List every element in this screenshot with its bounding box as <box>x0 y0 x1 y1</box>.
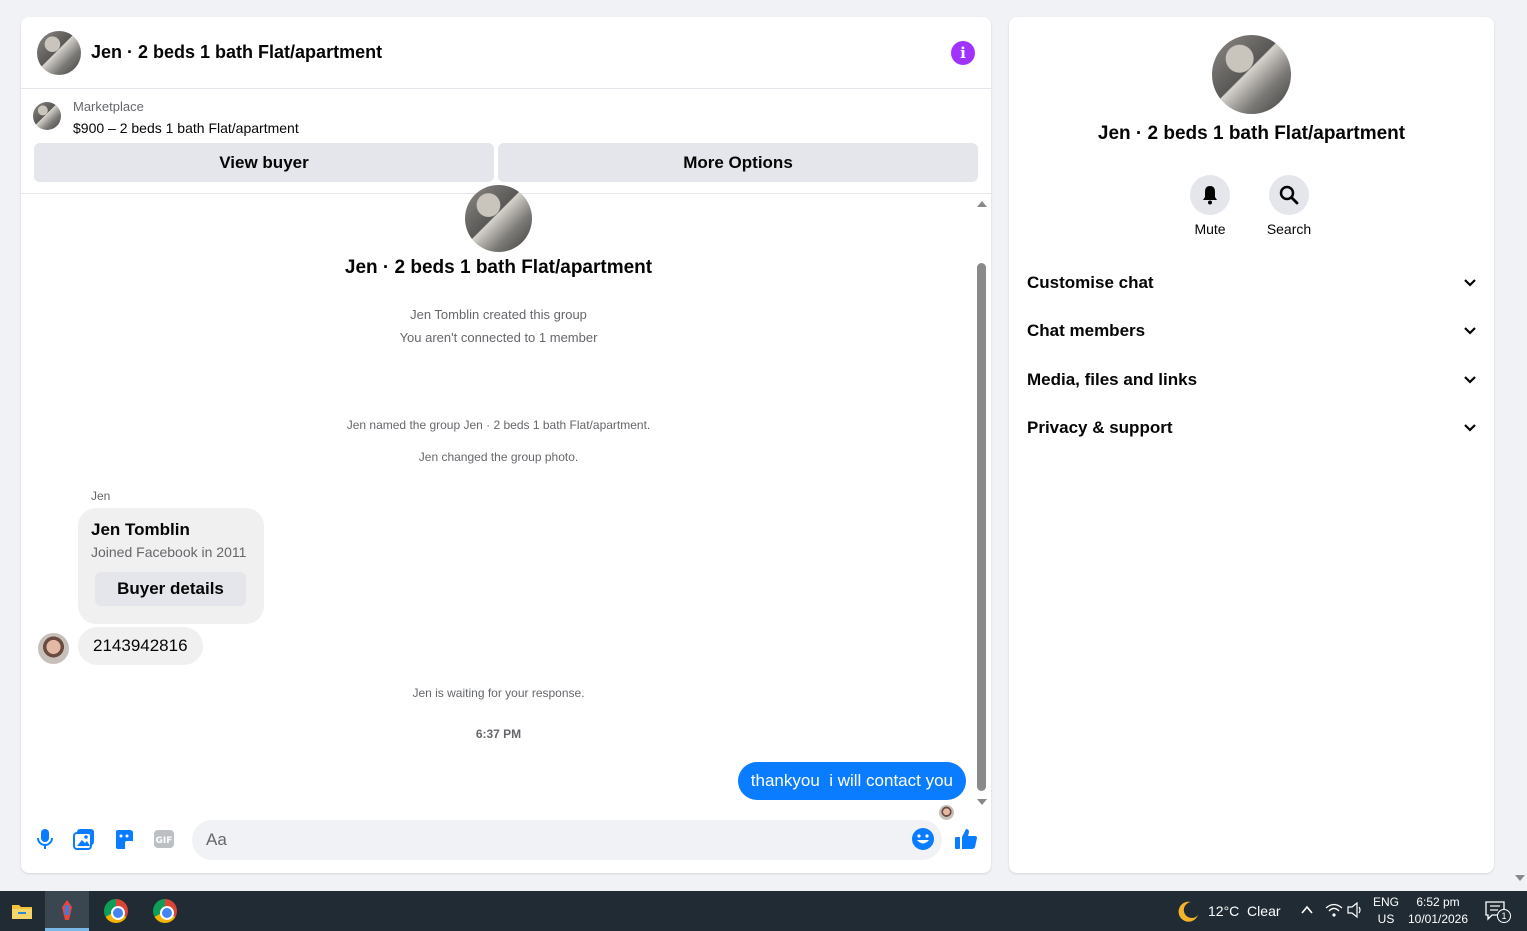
file-explorer-icon[interactable] <box>0 891 44 931</box>
chat-info-panel: Jen · 2 beds 1 bath Flat/apartment Mute … <box>1009 17 1494 873</box>
bell-icon[interactable] <box>1190 175 1230 215</box>
region-indicator[interactable]: US <box>1372 912 1400 926</box>
info-icon[interactable]: i <box>951 40 975 65</box>
mute-label: Mute <box>1194 221 1226 237</box>
speaker-icon[interactable] <box>1347 901 1365 923</box>
chat-panel: Jen · 2 beds 1 bath Flat/apartment i Mar… <box>21 17 991 873</box>
more-options-button[interactable]: More Options <box>498 143 978 182</box>
sender-name: Jen <box>91 489 111 503</box>
clock-date[interactable]: 10/01/2026 <box>1404 912 1472 926</box>
gif-icon[interactable]: GIF <box>152 827 176 851</box>
buyer-details-button[interactable]: Buyer details <box>95 572 246 606</box>
chat-members-section[interactable]: Chat members <box>1027 313 1477 349</box>
section-label: Media, files and links <box>1027 370 1198 389</box>
listing-title[interactable]: $900 – 2 beds 1 bath Flat/apartment <box>73 120 299 136</box>
marketplace-label: Marketplace <box>73 99 144 114</box>
chrome-icon[interactable] <box>143 891 187 931</box>
search-button[interactable]: Search <box>1259 175 1319 237</box>
photo-changed-notice: Jen changed the group photo. <box>418 450 579 464</box>
chat-title[interactable]: Jen · 2 beds 1 bath Flat/apartment <box>91 42 382 63</box>
scroll-thumb[interactable] <box>977 263 986 791</box>
chevron-up-icon[interactable] <box>1300 903 1314 922</box>
listing-thumbnail[interactable] <box>33 102 61 130</box>
chat-header: Jen · 2 beds 1 bath Flat/apartment i <box>21 17 991 89</box>
search-label: Search <box>1266 221 1312 237</box>
language-indicator[interactable]: ENG <box>1372 895 1400 909</box>
weather-text[interactable]: 12°C Clear <box>1208 903 1281 919</box>
emoji-icon[interactable] <box>911 827 935 851</box>
app-icon-active[interactable] <box>45 891 89 931</box>
waiting-notice: Jen is waiting for your response. <box>412 686 585 700</box>
section-label: Privacy & support <box>1027 418 1173 437</box>
customise-chat-section[interactable]: Customise chat <box>1027 265 1477 301</box>
taskbar: 12°C Clear ENG US 6:52 pm 10/01/2026 1 <box>0 891 1527 931</box>
chrome-profile-icon[interactable] <box>94 891 138 931</box>
buyer-card: Jen Tomblin Joined Facebook in 2011 Buye… <box>78 508 264 624</box>
section-label: Customise chat <box>1027 273 1154 292</box>
thread-scrollbar[interactable] <box>975 201 987 805</box>
chevron-down-icon <box>1464 279 1476 287</box>
sticker-icon[interactable] <box>112 827 136 851</box>
created-notice: Jen Tomblin created this group <box>410 307 587 322</box>
marketplace-banner: Marketplace $900 – 2 beds 1 bath Flat/ap… <box>21 89 991 194</box>
clock-time[interactable]: 6:52 pm <box>1404 895 1472 909</box>
message-input[interactable] <box>192 820 942 860</box>
avatar[interactable] <box>38 633 69 664</box>
scroll-down-arrow[interactable] <box>977 799 987 805</box>
thread-group-avatar <box>465 185 532 252</box>
media-files-links-section[interactable]: Media, files and links <box>1027 362 1477 398</box>
search-icon[interactable] <box>1269 175 1309 215</box>
outgoing-message[interactable]: thankyou i will contact you <box>737 762 966 800</box>
notifications-icon[interactable]: 1 <box>1485 901 1511 923</box>
page-scroll-down-arrow[interactable] <box>1515 875 1525 881</box>
incoming-message[interactable]: 2143942816 <box>78 627 203 665</box>
connection-notice: You aren't connected to 1 member <box>399 330 598 345</box>
chevron-down-icon <box>1464 424 1476 432</box>
microphone-icon[interactable] <box>33 827 57 851</box>
message-thread: Jen · 2 beds 1 bath Flat/apartment Jen T… <box>21 185 991 820</box>
thumbs-up-icon[interactable] <box>954 827 978 851</box>
composer: GIF <box>21 817 991 863</box>
view-buyer-button[interactable]: View buyer <box>34 143 494 182</box>
message-timestamp: 6:37 PM <box>475 727 522 741</box>
scroll-up-arrow[interactable] <box>977 201 987 207</box>
moon-icon <box>1176 900 1200 929</box>
buyer-joined: Joined Facebook in 2011 <box>91 544 247 560</box>
mute-button[interactable]: Mute <box>1180 175 1240 237</box>
thread-group-name: Jen · 2 beds 1 bath Flat/apartment <box>344 257 653 278</box>
rename-notice: Jen named the group Jen · 2 beds 1 bath … <box>346 418 651 432</box>
side-group-avatar <box>1212 35 1291 114</box>
privacy-support-section[interactable]: Privacy & support <box>1027 410 1477 446</box>
section-label: Chat members <box>1027 321 1146 340</box>
chevron-down-icon <box>1464 327 1476 335</box>
wifi-icon[interactable] <box>1325 902 1343 923</box>
svg-text:GIF: GIF <box>156 836 173 846</box>
group-avatar[interactable] <box>37 30 81 75</box>
image-icon[interactable] <box>72 827 96 851</box>
buyer-name: Jen Tomblin <box>91 520 190 539</box>
notification-count: 1 <box>1497 909 1511 923</box>
chevron-down-icon <box>1464 376 1476 384</box>
side-title: Jen · 2 beds 1 bath Flat/apartment <box>1097 123 1406 144</box>
